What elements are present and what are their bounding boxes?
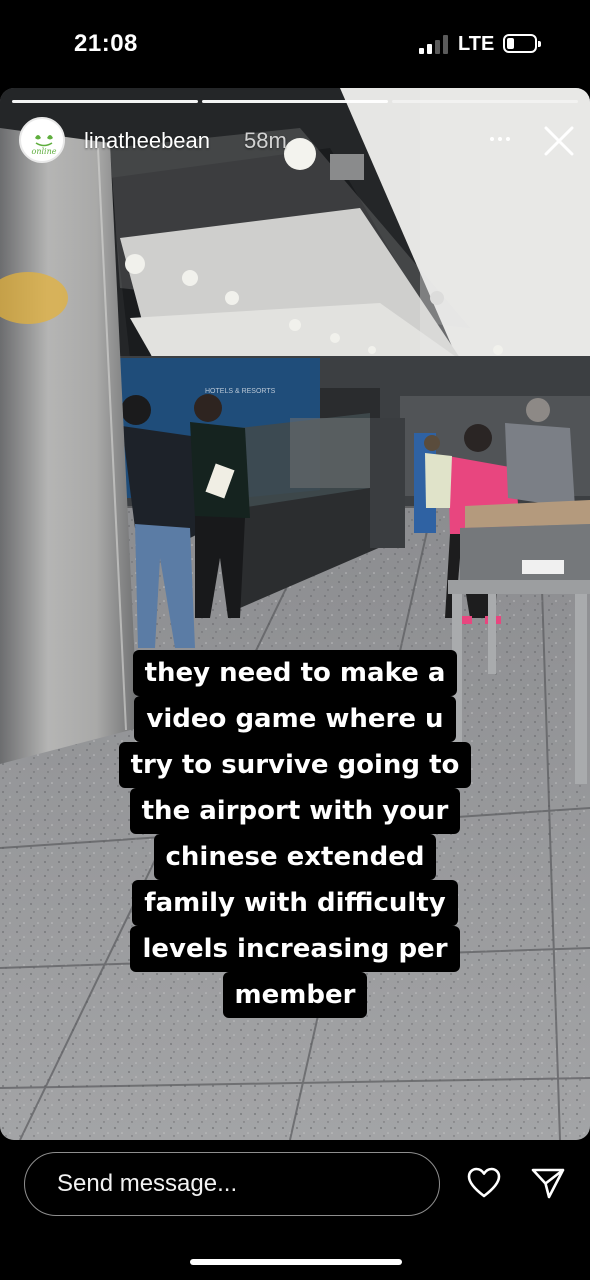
story-viewer[interactable]: HOTELS & RESORTS online linatheebean 58m…: [0, 88, 590, 1140]
progress-segment: [12, 100, 198, 103]
caption-line: member: [222, 972, 368, 1018]
story-progress-bar: [12, 100, 578, 103]
caption-line: try to survive going to: [118, 742, 472, 788]
svg-text:online: online: [32, 147, 57, 156]
avatar-logo-icon: online: [22, 120, 63, 161]
story-reply-bar: [0, 1140, 590, 1280]
like-button[interactable]: [466, 1166, 502, 1200]
caption-line: chinese extended: [153, 834, 437, 880]
more-horizontal-icon: [490, 137, 510, 141]
story-timestamp: 58m: [244, 128, 287, 153]
caption-line: levels increasing per: [130, 926, 460, 972]
user-avatar[interactable]: online: [19, 117, 65, 163]
caption-line: the airport with your: [129, 788, 461, 834]
send-icon: [531, 1168, 565, 1199]
status-time: 21:08: [74, 30, 138, 57]
progress-segment-current: [202, 100, 388, 103]
story-caption: they need to make a video game where u t…: [0, 650, 590, 1018]
caption-line: video game where u: [134, 696, 456, 742]
heart-icon: [467, 1167, 501, 1198]
wall-sign-text: HOTELS & RESORTS: [205, 388, 276, 395]
caption-line: they need to make a: [132, 650, 458, 696]
story-header: online linatheebean 58m: [0, 116, 590, 172]
network-type: LTE: [458, 33, 495, 55]
caption-line: family with difficulty: [132, 880, 458, 926]
more-options-button[interactable]: [484, 124, 516, 154]
send-button[interactable]: [530, 1166, 566, 1200]
send-message-input[interactable]: [24, 1152, 440, 1216]
cellular-signal-icon: [419, 34, 451, 54]
battery-icon: [503, 34, 541, 53]
status-bar: 21:08 LTE: [0, 0, 590, 88]
progress-segment: [392, 100, 578, 103]
story-username[interactable]: linatheebean: [84, 128, 210, 154]
home-indicator[interactable]: [190, 1259, 402, 1265]
